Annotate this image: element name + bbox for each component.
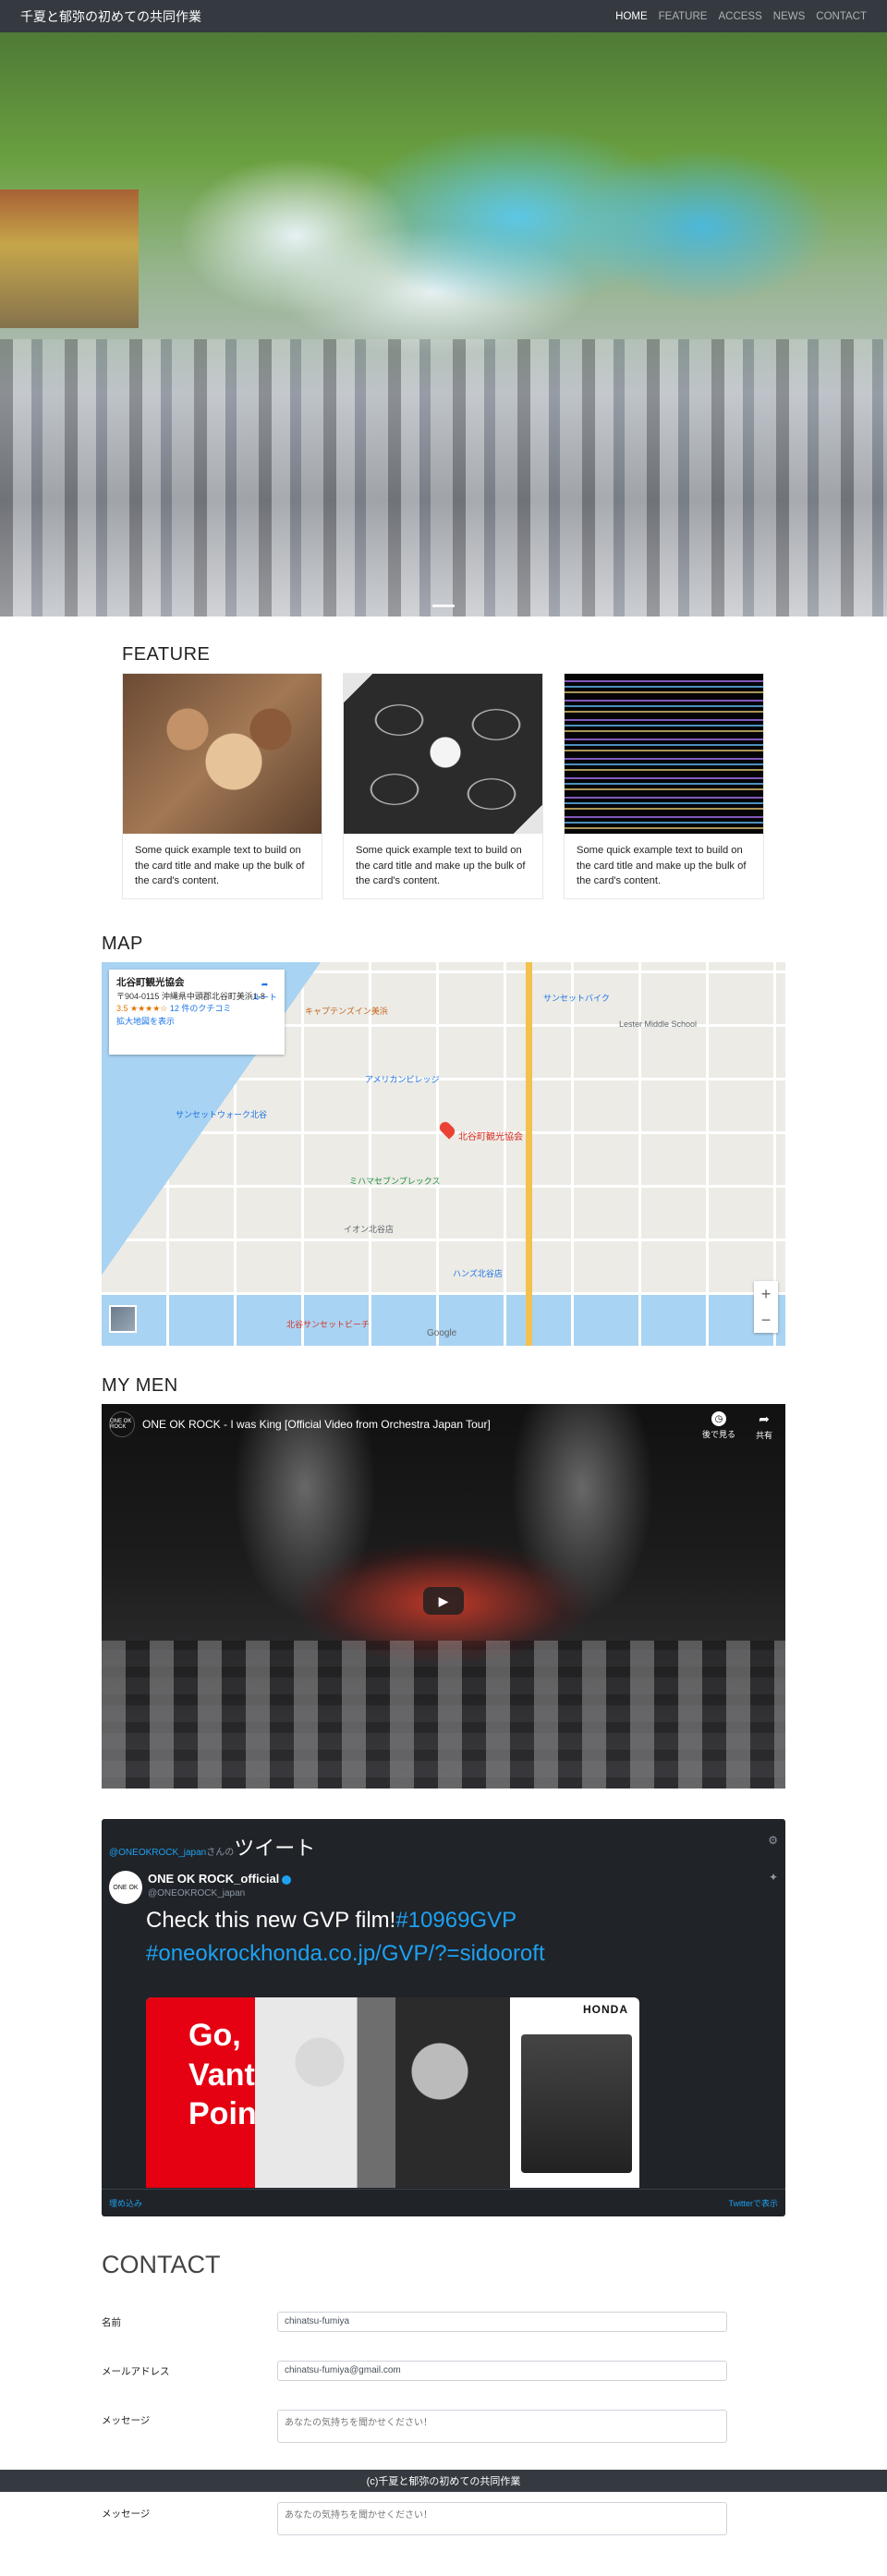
- google-map[interactable]: 北谷町観光協会 〒904-0115 沖縄県中頭郡北谷町美浜1-8 3.5 ★★★…: [102, 962, 785, 1346]
- tweet-author-name-text: ONE OK ROCK_official: [148, 1872, 280, 1886]
- map-label: サンセットバイク: [543, 994, 610, 1003]
- watch-later-button[interactable]: ◷ 後で見る: [702, 1411, 735, 1440]
- card-image-lightbulb: [344, 674, 542, 834]
- map-label: 北谷サンセットビーチ: [286, 1320, 371, 1329]
- map-label: キャプテンズイン美浜: [305, 1007, 388, 1016]
- nav-link-home[interactable]: HOME: [615, 11, 648, 22]
- footer-text: (c)千夏と郁弥の初めての共同作業: [366, 2476, 521, 2487]
- share-button[interactable]: ➦ 共有: [756, 1411, 772, 1441]
- clock-icon: ◷: [711, 1411, 726, 1426]
- navbar: 千夏と郁弥の初めての共同作業 HOME FEATURE ACCESS NEWS …: [0, 0, 887, 32]
- map-reviews-link[interactable]: 12 件のクチコミ: [170, 1004, 232, 1013]
- map-larger-link[interactable]: 拡大地図を表示: [116, 1016, 277, 1029]
- message-textarea-repeat[interactable]: あなたの気持ちを聞かせください！: [277, 2502, 727, 2535]
- nav-link-access[interactable]: ACCESS: [718, 11, 761, 22]
- map-pin-label: 北谷町観光協会: [458, 1132, 523, 1142]
- map-satellite-toggle[interactable]: [109, 1305, 137, 1333]
- hero-crowd-shape: [0, 339, 887, 617]
- twitter-bird-icon[interactable]: ✦: [769, 1871, 778, 1884]
- feature-card: Some quick example text to build on the …: [343, 673, 543, 899]
- hero-image: [0, 32, 887, 617]
- timeline-header-suffix: さんの: [206, 1848, 235, 1858]
- navbar-brand[interactable]: 千夏と郁弥の初めての共同作業: [20, 7, 201, 26]
- message-label: メッセージ: [102, 2415, 151, 2426]
- feature-card: Some quick example text to build on the …: [122, 673, 322, 899]
- media-red-panel: Go, Vantage Point: [146, 1997, 309, 2188]
- directions-icon: ➦: [261, 980, 269, 989]
- carousel-indicator[interactable]: [432, 604, 455, 607]
- media-amp-shape: [521, 2034, 632, 2173]
- nav-link-feature[interactable]: FEATURE: [659, 11, 708, 22]
- card-image-hands: [123, 674, 322, 834]
- nav-links: HOME FEATURE ACCESS NEWS CONTACT: [615, 11, 867, 22]
- name-label: 名前: [102, 2317, 121, 2328]
- message-label-repeat: メッセージ: [102, 2509, 151, 2520]
- map-directions-button[interactable]: ➦ ルート: [252, 979, 277, 1004]
- gear-icon[interactable]: ⚙: [768, 1834, 778, 1847]
- verified-icon: [282, 1874, 292, 1885]
- media-photo: [255, 1997, 510, 2188]
- email-field[interactable]: chinatsu-fumiya@gmail.com: [277, 2361, 727, 2381]
- hero-temple-shape: [0, 189, 139, 328]
- youtube-video[interactable]: ONE OK ROCK ONE OK ROCK - I was King [Of…: [102, 1404, 785, 1789]
- card-text: Some quick example text to build on the …: [135, 845, 305, 887]
- video-stage-shape: [102, 1641, 785, 1789]
- map-label: サンセットウォーク北谷: [176, 1110, 268, 1119]
- map-pin-icon[interactable]: [437, 1119, 457, 1140]
- tweet-author-handle[interactable]: @ONEOKROCK_japan: [148, 1888, 245, 1898]
- card-text: Some quick example text to build on the …: [577, 845, 747, 887]
- play-icon: ▶: [438, 1593, 449, 1608]
- channel-avatar[interactable]: ONE OK ROCK: [109, 1411, 135, 1437]
- tweet-text-plain: Check this new GVP film!: [146, 1908, 396, 1933]
- timeline-header-title: ツイート: [234, 1837, 316, 1860]
- map-info-box: 北谷町観光協会 〒904-0115 沖縄県中頭郡北谷町美浜1-8 3.5 ★★★…: [109, 970, 285, 1055]
- map-label: アメリカンビレッジ: [365, 1075, 440, 1084]
- share-label: 共有: [755, 1431, 772, 1440]
- tweet-author-name[interactable]: ONE OK ROCK_official: [148, 1872, 292, 1886]
- twitter-timeline: @ONEOKROCK_japanさんのツイート ⚙ ✦ ONE OK ONE O…: [102, 1819, 785, 2216]
- zoom-in-button[interactable]: +: [761, 1285, 772, 1304]
- feature-cards: Some quick example text to build on the …: [122, 673, 765, 899]
- video-title[interactable]: ONE OK ROCK - I was King [Official Video…: [142, 1418, 491, 1431]
- map-label: Lester Middle School: [619, 1019, 698, 1029]
- map-rating: 3.5 ★★★★☆: [116, 1004, 168, 1014]
- video-header: ONE OK ROCK ONE OK ROCK - I was King [Of…: [109, 1411, 491, 1437]
- map-directions-label: ルート: [251, 992, 277, 1002]
- contact-heading: CONTACT: [102, 2251, 221, 2278]
- feature-heading: FEATURE: [122, 644, 211, 665]
- map-heading: MAP: [102, 934, 143, 954]
- view-on-twitter-link[interactable]: Twitterで表示: [728, 2197, 778, 2209]
- footer: (c)千夏と郁弥の初めての共同作業: [0, 2470, 887, 2492]
- timeline-header: @ONEOKROCK_japanさんのツイート: [109, 1832, 315, 1862]
- email-label: メールアドレス: [102, 2366, 170, 2377]
- avatar[interactable]: ONE OK: [109, 1871, 142, 1904]
- name-field[interactable]: chinatsu-fumiya: [277, 2312, 727, 2332]
- watch-later-label: 後で見る: [701, 1430, 735, 1439]
- card-text: Some quick example text to build on the …: [356, 845, 526, 887]
- map-zoom-controls: + −: [754, 1281, 778, 1333]
- media-brand: HONDA: [583, 2003, 628, 2016]
- embed-link[interactable]: 埋め込み: [109, 2197, 142, 2209]
- map-label: ハンズ北谷店: [453, 1269, 503, 1278]
- google-logo: Google: [427, 1328, 457, 1338]
- map-label: ミハマセブンプレックス: [349, 1177, 441, 1186]
- tweet-text: Check this new GVP film!#10969GVP #oneok…: [146, 1904, 774, 1971]
- timeline-footer: 埋め込み Twitterで表示: [102, 2189, 785, 2216]
- zoom-out-button[interactable]: −: [761, 1311, 772, 1330]
- map-label: イオン北谷店: [344, 1225, 395, 1234]
- feature-card: Some quick example text to build on the …: [564, 673, 764, 899]
- play-button[interactable]: ▶: [423, 1587, 464, 1615]
- timeline-user-link[interactable]: @ONEOKROCK_japan: [109, 1848, 206, 1858]
- men-heading: MY MEN: [102, 1375, 178, 1396]
- message-textarea[interactable]: あなたの気持ちを聞かせください！: [277, 2410, 727, 2443]
- nav-link-news[interactable]: NEWS: [773, 11, 806, 22]
- tweet-media[interactable]: Go, Vantage Point HONDA: [146, 1997, 639, 2188]
- nav-link-contact[interactable]: CONTACT: [816, 11, 867, 22]
- share-icon: ➦: [759, 1411, 770, 1426]
- card-image-code: [565, 674, 763, 834]
